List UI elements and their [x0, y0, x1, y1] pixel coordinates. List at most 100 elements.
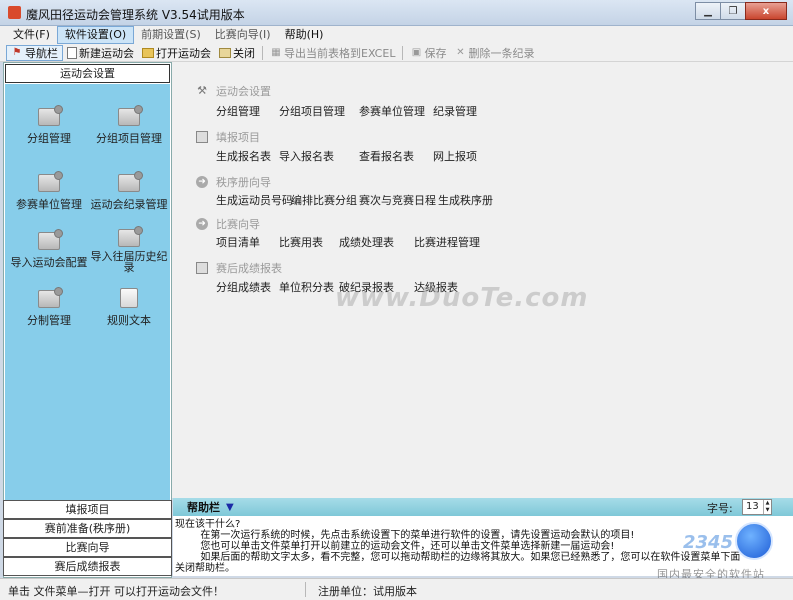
tab-competition-wizard[interactable]: 比赛向导 [3, 538, 172, 557]
left-panel-grid: 分组管理 分组项目管理 参赛单位管理 运动会纪录管理 导入运动会配置 导入往届历… [5, 84, 170, 560]
collapse-arrow-icon[interactable]: ▼ [226, 502, 234, 513]
minimize-button[interactable]: ▁ [695, 2, 721, 20]
section-title: 运动会设置 [216, 85, 271, 98]
tools-icon: ⚒ [197, 84, 207, 97]
nav-item-label: 运动会纪录管理 [90, 198, 168, 211]
nav-item-label: 分组管理 [27, 132, 71, 145]
brand-watermark: 2345 国内最安全的软件站 [655, 520, 787, 581]
main-content: ⚒ 运动会设置 分组管理 分组项目管理 参赛单位管理 纪录管理 填报项目 生成报… [172, 62, 793, 498]
save-button[interactable]: ▣ 保存 [406, 45, 450, 61]
link-generate-entry-form[interactable]: 生成报名表 [216, 148, 271, 164]
nav-item-label: 分组项目管理 [96, 132, 162, 145]
menu-help[interactable]: 帮助(H) [278, 26, 331, 44]
save-label: 保存 [424, 46, 447, 60]
link-unit-points[interactable]: 单位积分表 [279, 279, 334, 295]
close-icon: x [762, 5, 770, 17]
font-size-value: 13 [746, 501, 759, 512]
menu-software-settings[interactable]: 软件设置(O) [56, 26, 135, 44]
nav-import-config[interactable]: 导入运动会配置 [7, 229, 91, 270]
tab-fill-events[interactable]: 填报项目 [3, 500, 172, 519]
link-generate-program[interactable]: 生成秩序册 [438, 192, 493, 208]
open-meet-button[interactable]: 打开运动会 [138, 45, 215, 61]
nav-item-label: 参赛单位管理 [16, 198, 82, 211]
delete-label: 删除一条纪录 [468, 46, 535, 60]
section-program-wizard: ➜ 秩序册向导 [196, 174, 271, 190]
new-meet-button[interactable]: 新建运动会 [63, 45, 138, 61]
nav-item-label: 分制管理 [27, 314, 71, 327]
restore-button[interactable]: ❐ [720, 2, 746, 20]
section-fill-events: 填报项目 [196, 129, 260, 145]
nav-group-management[interactable]: 分组管理 [7, 105, 91, 146]
watermark: www.DuoTe.com [335, 283, 589, 313]
link-result-processing[interactable]: 成绩处理表 [339, 234, 394, 250]
menu-pre-settings[interactable]: 前期设置(S) [134, 26, 208, 44]
tab-pre-competition[interactable]: 赛前准备(秩序册) [3, 519, 172, 538]
section-title: 秩序册向导 [216, 176, 271, 189]
minimize-icon: ▁ [704, 5, 712, 17]
link-event-list[interactable]: 项目清单 [216, 234, 260, 250]
link-online-entry[interactable]: 网上报项 [433, 148, 477, 164]
brand-logo-icon [735, 522, 773, 560]
font-size-label: 字号: [707, 502, 733, 515]
save-icon: ▣ [411, 46, 422, 58]
nav-bar-button[interactable]: ⚑ 导航栏 [6, 44, 63, 61]
app-icon [8, 6, 21, 19]
link-generate-athlete-numbers[interactable]: 生成运动员号码 [216, 192, 293, 208]
nav-record-management[interactable]: 运动会纪录管理 [87, 171, 171, 212]
left-tabs: 填报项目 赛前准备(秩序册) 比赛向导 赛后成绩报表 [3, 500, 172, 576]
tab-post-reports[interactable]: 赛后成绩报表 [3, 557, 172, 576]
status-hint: 单击 文件菜单—打开 可以打开运动会文件！ [8, 585, 224, 598]
brand-number: 2345 [683, 532, 734, 553]
link-group-results[interactable]: 分组成绩表 [216, 279, 271, 295]
close-meet-label: 关闭 [233, 46, 255, 60]
window-controls: ▁ ❐ x [695, 2, 787, 20]
link-rounds-schedule[interactable]: 赛次与竞赛日程 [359, 192, 436, 208]
window-title: 魔风田径运动会管理系统 V3.54试用版本 [26, 8, 245, 22]
nav-group-event-management[interactable]: 分组项目管理 [87, 105, 171, 146]
link-progress-management[interactable]: 比赛进程管理 [414, 234, 480, 250]
table-icon [38, 287, 63, 308]
section-post-reports: 赛后成绩报表 [196, 260, 282, 276]
close-meet-button[interactable]: 关闭 [215, 45, 259, 61]
nav-unit-management[interactable]: 参赛单位管理 [7, 171, 91, 212]
help-bar-title: 帮助栏 [187, 501, 220, 514]
link-record-management[interactable]: 纪录管理 [433, 103, 477, 119]
link-arrange-heats[interactable]: 编排比赛分组 [291, 192, 357, 208]
nav-bar-label: 导航栏 [25, 46, 58, 60]
menu-competition-wizard[interactable]: 比赛向导(I) [208, 26, 278, 44]
export-icon: ▦ [271, 46, 281, 58]
nav-rules-text[interactable]: 规则文本 [87, 288, 171, 328]
title-bar: 魔风田径运动会管理系统 V3.54试用版本 ▁ ❐ x [0, 0, 793, 26]
delete-record-button[interactable]: ✕ 删除一条纪录 [450, 45, 538, 61]
import-icon [38, 229, 63, 250]
font-size-stepper[interactable]: 13 ▲ ▼ [742, 499, 772, 515]
section-competition-wizard: ➜ 比赛向导 [196, 216, 260, 232]
close-button[interactable]: x [745, 2, 787, 20]
nav-flag-icon: ⚑ [12, 46, 22, 58]
link-import-entry-form[interactable]: 导入报名表 [279, 148, 334, 164]
nav-score-system[interactable]: 分制管理 [7, 287, 91, 328]
status-bar: 单击 文件菜单—打开 可以打开运动会文件！ 注册单位：试用版本 [0, 578, 793, 600]
link-group-event-management[interactable]: 分组项目管理 [279, 103, 345, 119]
link-view-entry-form[interactable]: 查看报名表 [359, 148, 414, 164]
menu-file[interactable]: 文件(F) [6, 26, 57, 44]
status-registration: 注册单位：试用版本 [318, 585, 417, 598]
table-icon [38, 171, 63, 192]
restore-icon: ❐ [728, 5, 738, 17]
left-panel-header[interactable]: 运动会设置 [5, 64, 170, 83]
report-icon [196, 262, 208, 274]
new-document-icon [67, 46, 77, 59]
export-excel-button[interactable]: ▦ 导出当前表格到EXCEL [266, 45, 399, 61]
folder-icon [142, 47, 154, 58]
export-label: 导出当前表格到EXCEL [284, 46, 396, 60]
section-title: 比赛向导 [216, 218, 260, 231]
link-unit-management[interactable]: 参赛单位管理 [359, 103, 425, 119]
document-icon [120, 288, 138, 308]
nav-import-history[interactable]: 导入往届历史纪录 [87, 226, 171, 273]
toolbar-separator [402, 45, 404, 60]
close-folder-icon [219, 47, 231, 58]
link-competition-forms[interactable]: 比赛用表 [279, 234, 323, 250]
spin-arrows-icon[interactable]: ▲ ▼ [763, 500, 771, 514]
link-group-management[interactable]: 分组管理 [216, 103, 260, 119]
menu-bar: 文件(F) 软件设置(O) 前期设置(S) 比赛向导(I) 帮助(H) [0, 26, 793, 44]
